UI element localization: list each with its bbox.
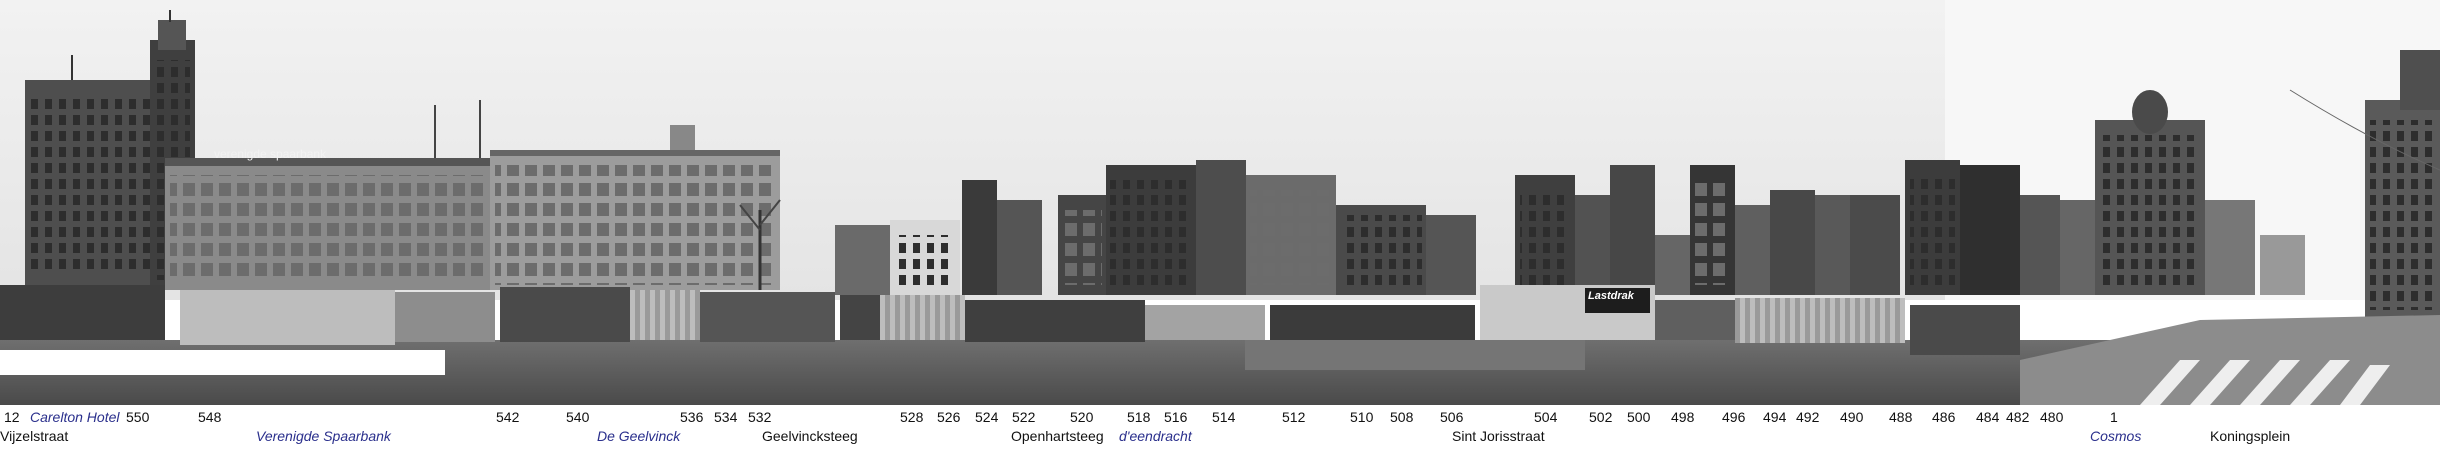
building-name-cosmos: Cosmos: [2090, 428, 2142, 444]
house-number: 1: [2110, 409, 2118, 425]
house-number: 498: [1671, 409, 1695, 425]
house-number: 548: [198, 409, 222, 425]
house-number: 524: [975, 409, 999, 425]
house-number: 532: [748, 409, 772, 425]
house-number: 502: [1589, 409, 1613, 425]
street-name-sint-jorisstraat: Sint Jorisstraat: [1452, 428, 1545, 444]
house-number: 514: [1212, 409, 1236, 425]
house-number: 528: [900, 409, 924, 425]
house-number: 540: [566, 409, 590, 425]
house-number: 494: [1763, 409, 1787, 425]
house-number: 506: [1440, 409, 1464, 425]
house-number: 510: [1350, 409, 1374, 425]
house-number: 518: [1127, 409, 1151, 425]
house-number: 520: [1070, 409, 1094, 425]
house-number: 486: [1932, 409, 1956, 425]
building-name-spaarbank: Verenigde Spaarbank: [256, 428, 391, 444]
house-number: 496: [1722, 409, 1746, 425]
house-number: 536: [680, 409, 704, 425]
house-number: 534: [714, 409, 738, 425]
street-crosswalk: [2020, 315, 2440, 405]
house-number: 504: [1534, 409, 1558, 425]
house-number: 550: [126, 409, 150, 425]
house-number: 480: [2040, 409, 2064, 425]
house-number: 508: [1390, 409, 1414, 425]
canal-panorama-photo: [0, 0, 2440, 405]
street-name-koningsplein: Koningsplein: [2210, 428, 2291, 444]
spaarbank-roof-sign: verenigde spaarbank: [214, 147, 327, 161]
building-name-carelton: Carelton Hotel: [30, 409, 120, 425]
house-number: 12: [4, 409, 20, 425]
house-number: 542: [496, 409, 520, 425]
building-name-eendracht: d'eendracht: [1119, 428, 1192, 444]
house-number: 522: [1012, 409, 1036, 425]
house-number: 500: [1627, 409, 1651, 425]
street-name-geelvincksteeg: Geelvincksteeg: [762, 428, 858, 444]
lastdrak-sign: Lastdrak: [1588, 290, 1634, 302]
street-name-openhartsteeg: Openhartsteeg: [1011, 428, 1104, 444]
house-number: 512: [1282, 409, 1306, 425]
house-number: 490: [1840, 409, 1864, 425]
building-name-geelvinck: De Geelvinck: [597, 428, 681, 444]
house-number: 482: [2006, 409, 2030, 425]
street-name-vijzelstraat: Vijzelstraat: [0, 428, 69, 444]
house-number: 516: [1164, 409, 1188, 425]
house-number: 484: [1976, 409, 2000, 425]
house-number: 526: [937, 409, 961, 425]
house-number: 488: [1889, 409, 1913, 425]
house-number: 492: [1796, 409, 1820, 425]
